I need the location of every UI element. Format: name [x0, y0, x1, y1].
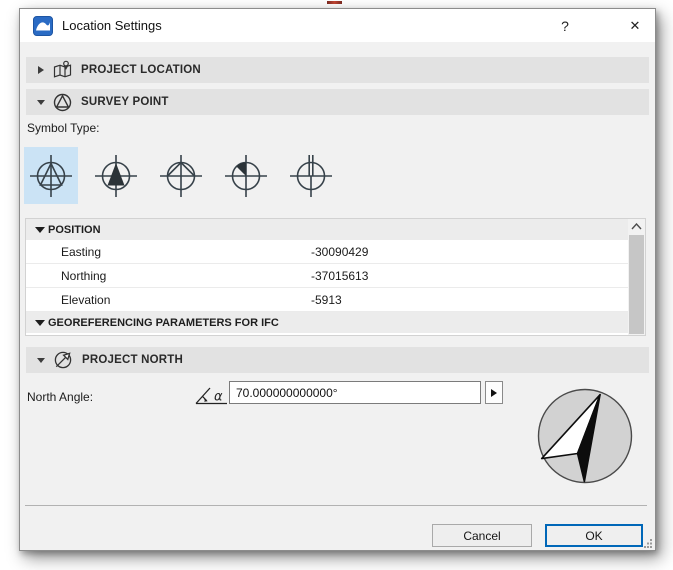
- angle-alpha-icon[interactable]: α: [195, 385, 229, 412]
- symbol-type-options: [24, 147, 338, 204]
- row-value: -5913: [311, 293, 342, 307]
- north-angle-input[interactable]: [229, 381, 481, 404]
- titlebar: Location Settings ? ✕: [20, 9, 655, 42]
- expander-right-icon: [30, 66, 52, 74]
- footer-separator: [25, 505, 647, 506]
- close-button[interactable]: ✕: [618, 9, 652, 42]
- row-label: Elevation: [26, 293, 311, 307]
- table-row-northing[interactable]: Northing -37015613: [26, 264, 645, 288]
- symbol-option-double-line[interactable]: [284, 147, 338, 204]
- symbol-option-quarter-filled[interactable]: [219, 147, 273, 204]
- section-label: PROJECT LOCATION: [81, 64, 201, 76]
- screenshot-artifact: [327, 1, 342, 4]
- vertical-scrollbar[interactable]: [628, 219, 645, 335]
- group-header-position[interactable]: POSITION: [26, 219, 645, 240]
- row-value: -37015613: [311, 269, 368, 283]
- row-label: Easting: [26, 245, 311, 259]
- help-button[interactable]: ?: [548, 9, 582, 42]
- table-row-easting[interactable]: Easting -30090429: [26, 240, 645, 264]
- svg-text:α: α: [214, 390, 223, 405]
- row-label: Northing: [26, 269, 311, 283]
- flyout-right-icon: [491, 389, 497, 397]
- scrollbar-thumb[interactable]: [629, 235, 644, 334]
- expander-down-icon: [34, 319, 46, 327]
- group-label: GEOREFERENCING PARAMETERS FOR IFC: [48, 317, 279, 329]
- section-survey-point[interactable]: SURVEY POINT: [26, 89, 649, 115]
- north-angle-label: North Angle:: [27, 390, 93, 404]
- group-label: POSITION: [48, 224, 101, 236]
- symbol-option-chevron[interactable]: [154, 147, 208, 204]
- archicad-logo-icon: [33, 16, 53, 36]
- resize-grip[interactable]: [642, 537, 653, 548]
- map-pin-icon: [52, 60, 73, 81]
- dialog-title: Location Settings: [62, 18, 162, 33]
- expander-down-icon: [30, 358, 52, 363]
- section-label: PROJECT NORTH: [82, 354, 183, 366]
- row-value: -30090429: [311, 245, 368, 259]
- ok-button[interactable]: OK: [545, 524, 643, 547]
- north-arrow-preview[interactable]: [535, 386, 635, 486]
- symbol-option-triangle-filled[interactable]: [89, 147, 143, 204]
- table-row-elevation[interactable]: Elevation -5913: [26, 288, 645, 312]
- location-settings-dialog: Location Settings ? ✕ PROJECT LOCATION S…: [19, 8, 656, 551]
- scroll-up-icon[interactable]: [628, 219, 645, 234]
- compass-icon: [52, 349, 74, 371]
- survey-point-icon: [52, 92, 73, 113]
- north-angle-flyout-button[interactable]: [485, 381, 503, 404]
- expander-down-icon: [34, 226, 46, 234]
- section-label: SURVEY POINT: [81, 96, 169, 108]
- section-project-location[interactable]: PROJECT LOCATION: [26, 57, 649, 83]
- symbol-type-label: Symbol Type:: [27, 121, 99, 135]
- cancel-button[interactable]: Cancel: [432, 524, 532, 547]
- group-header-georeferencing[interactable]: GEOREFERENCING PARAMETERS FOR IFC: [26, 312, 645, 333]
- survey-point-parameter-list: POSITION Easting -30090429 Northing -370…: [25, 218, 646, 336]
- section-project-north[interactable]: PROJECT NORTH: [26, 347, 649, 373]
- symbol-option-triangle-outline[interactable]: [24, 147, 78, 204]
- expander-down-icon: [30, 100, 52, 105]
